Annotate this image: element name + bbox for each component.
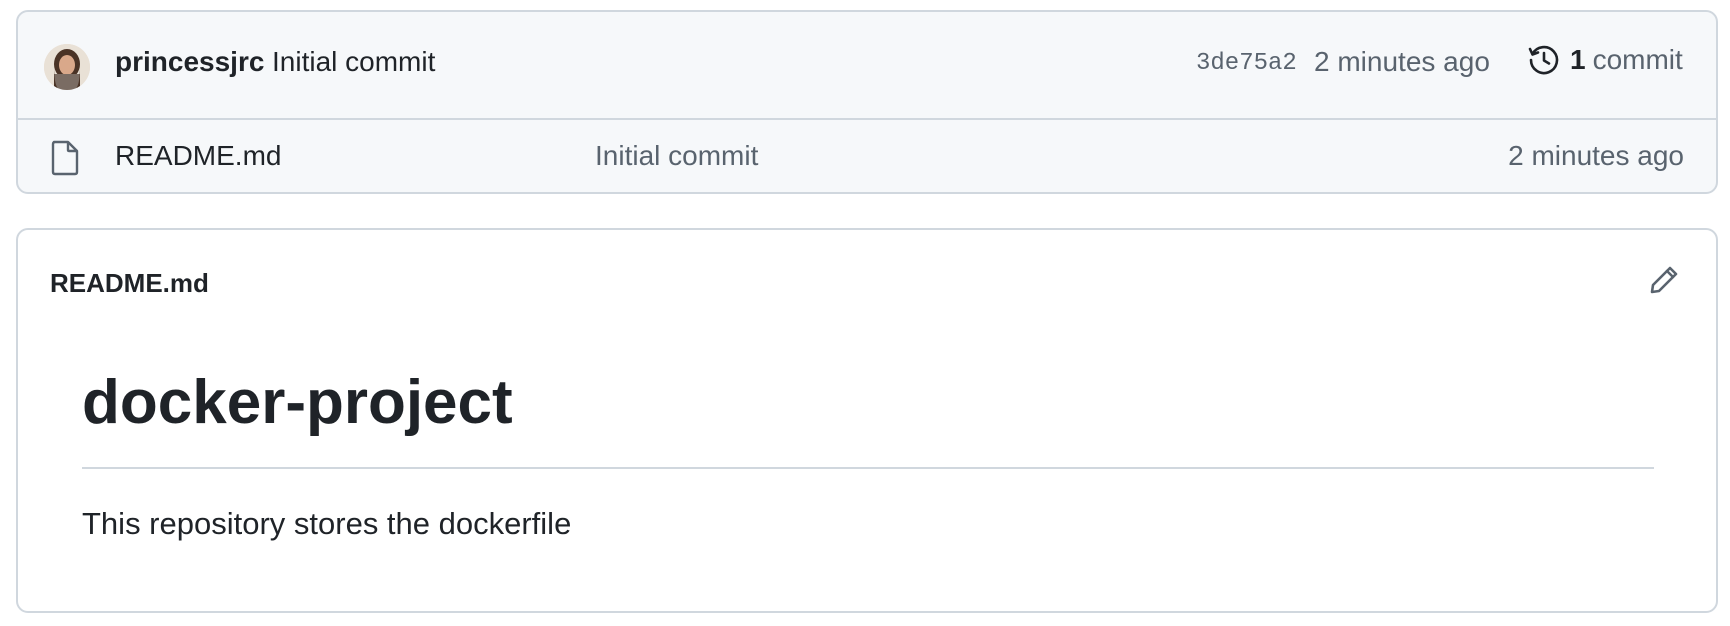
readme-header-title: README.md <box>50 268 209 298</box>
commit-author-link[interactable]: princessjrc <box>115 46 264 78</box>
file-icon <box>50 140 80 176</box>
commit-count-label: commit <box>1592 44 1683 75</box>
file-browser-box: princessjrc Initial commit 3de75a2 2 min… <box>16 10 1718 194</box>
readme-paragraph: This repository stores the dockerfile <box>82 506 572 541</box>
edit-readme-button[interactable] <box>1644 262 1684 302</box>
avatar[interactable] <box>44 44 90 90</box>
commit-time: 2 minutes ago <box>1314 46 1490 77</box>
readme-heading-divider <box>82 467 1654 469</box>
file-name-link[interactable]: README.md <box>115 140 281 172</box>
file-commit-time: 2 minutes ago <box>1508 140 1684 171</box>
file-row: README.md Initial commit 2 minutes ago <box>18 120 1716 192</box>
pencil-icon <box>1648 264 1680 301</box>
commit-history-link[interactable]: 1 commit <box>1526 42 1683 78</box>
history-icon <box>1526 42 1562 78</box>
latest-commit-row: princessjrc Initial commit 3de75a2 2 min… <box>18 12 1716 120</box>
readme-heading: docker-project <box>82 368 513 437</box>
commit-message-link[interactable]: Initial commit <box>272 46 435 78</box>
readme-box: README.md docker-project This repository… <box>16 228 1718 613</box>
file-commit-message-link[interactable]: Initial commit <box>595 140 758 172</box>
commit-sha-link[interactable]: 3de75a2 <box>1196 50 1297 77</box>
commit-count: 1 <box>1570 44 1586 75</box>
avatar-image <box>44 44 90 90</box>
